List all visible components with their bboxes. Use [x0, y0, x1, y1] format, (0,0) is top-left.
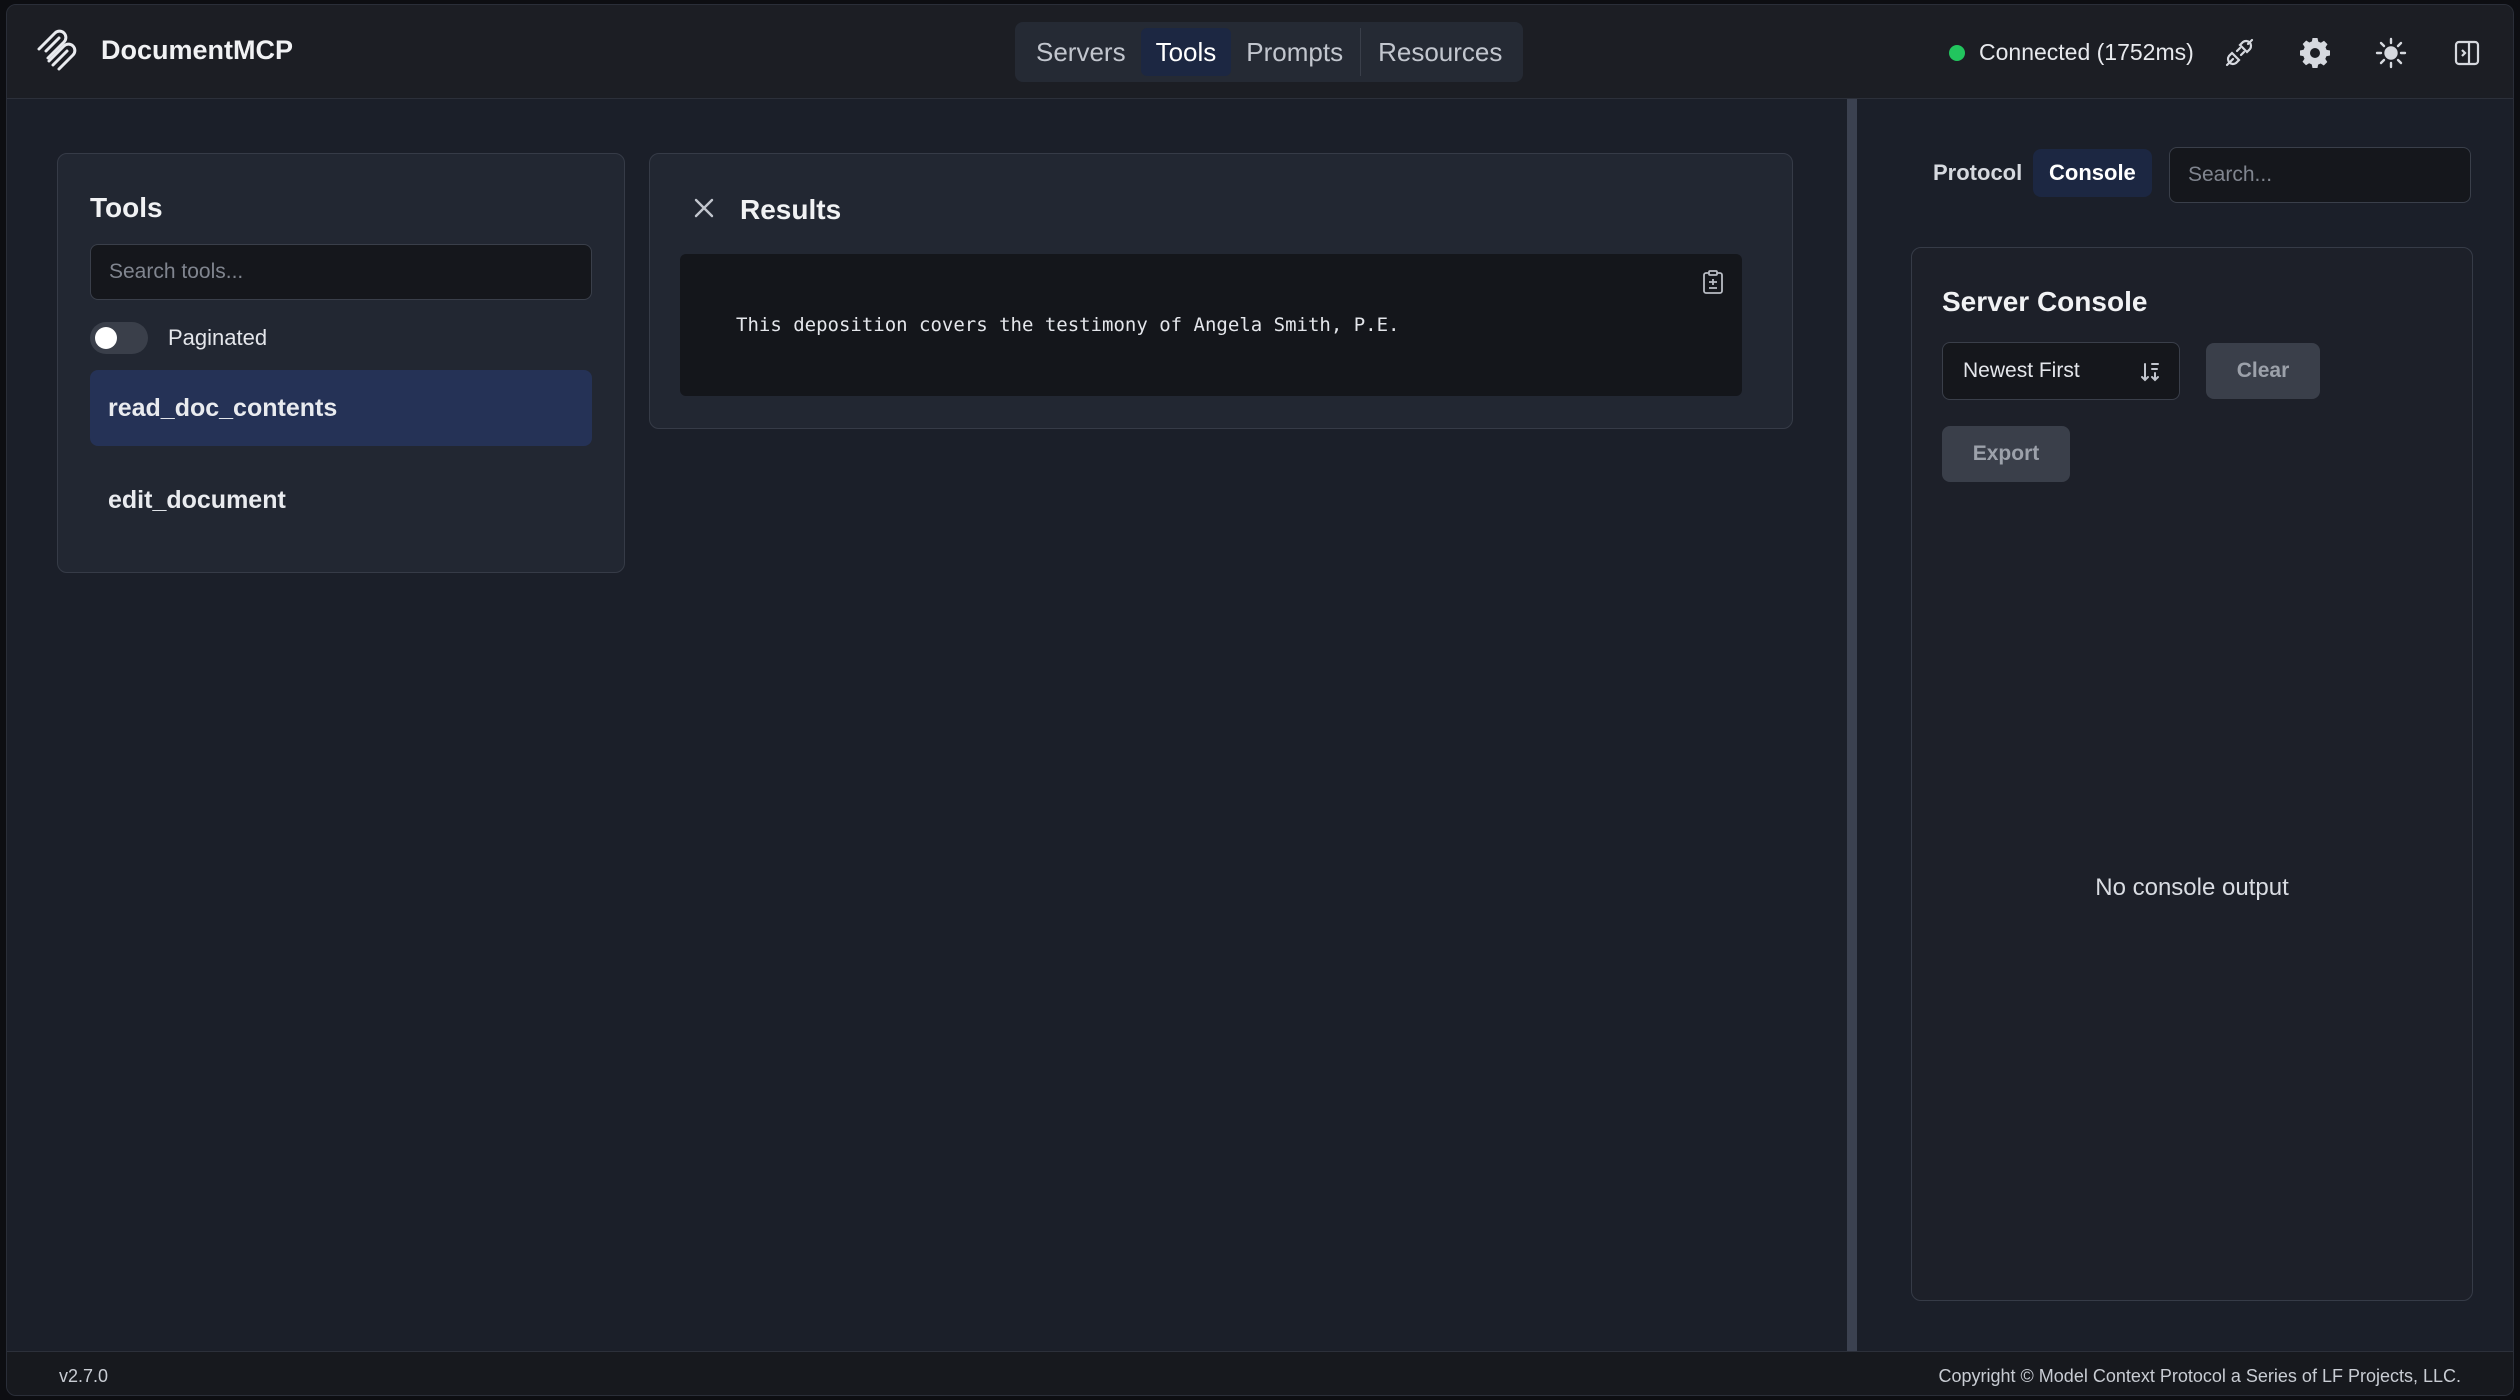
gear-icon[interactable]	[2299, 37, 2331, 69]
tools-panel: Tools Paginated read_doc_contents edit_d…	[57, 153, 625, 573]
tab-protocol[interactable]: Protocol	[1917, 149, 2038, 197]
right-pane: Protocol Console Server Console Newest F…	[1857, 99, 2513, 1351]
tool-item-edit-document[interactable]: edit_document	[90, 462, 592, 538]
tab-resources[interactable]: Resources	[1363, 28, 1517, 76]
top-header: DocumentMCP Servers Tools Prompts Resour…	[7, 5, 2513, 99]
sort-order-value: Newest First	[1963, 359, 2080, 382]
tab-prompts[interactable]: Prompts	[1231, 28, 1358, 76]
tools-search-input[interactable]	[90, 244, 592, 300]
server-console-panel: Server Console Newest First Clear Export…	[1911, 247, 2473, 1301]
plug-icon[interactable]	[2223, 37, 2255, 69]
clear-button[interactable]: Clear	[2206, 343, 2320, 399]
paginated-toggle[interactable]	[90, 322, 148, 354]
copyright-text: Copyright © Model Context Protocol a Ser…	[1938, 1366, 2462, 1386]
tab-tools[interactable]: Tools	[1140, 28, 1232, 76]
toggle-knob	[95, 327, 117, 349]
main-area: Tools Paginated read_doc_contents edit_d…	[7, 99, 1847, 1351]
results-title: Results	[740, 194, 842, 225]
server-console-title: Server Console	[1942, 286, 2148, 317]
pane-resize-handle[interactable]	[1847, 99, 1857, 1351]
status-dot	[1949, 44, 1965, 61]
sun-icon[interactable]	[2375, 37, 2407, 69]
close-icon[interactable]	[690, 194, 718, 222]
result-text: This deposition covers the testimony of …	[736, 314, 1400, 336]
app-title: DocumentMCP	[101, 35, 294, 65]
app-logo-icon	[37, 29, 77, 71]
results-panel: Results This deposition covers the testi…	[649, 153, 1793, 429]
export-button[interactable]: Export	[1942, 426, 2070, 482]
tool-item-read-doc-contents[interactable]: read_doc_contents	[90, 370, 592, 446]
app-window: DocumentMCP Servers Tools Prompts Resour…	[6, 4, 2514, 1396]
result-output: This deposition covers the testimony of …	[680, 254, 1742, 396]
console-search-input[interactable]	[2169, 147, 2471, 203]
main-nav: Servers Tools Prompts Resources	[1015, 22, 1524, 82]
tab-servers[interactable]: Servers	[1021, 28, 1141, 76]
nav-divider	[1360, 28, 1362, 76]
sort-icon	[2141, 363, 2159, 382]
tab-console[interactable]: Console	[2033, 149, 2152, 197]
tools-panel-title: Tools	[90, 192, 163, 223]
panel-toggle-icon[interactable]	[2451, 37, 2483, 69]
copy-icon[interactable]	[1700, 270, 1726, 296]
sort-order-select[interactable]: Newest First	[1942, 342, 2180, 400]
status-text: Connected (1752ms)	[1979, 39, 2194, 65]
version-label: v2.7.0	[59, 1366, 109, 1386]
empty-console-message: No console output	[2095, 874, 2289, 901]
connection-status: Connected (1752ms)	[1949, 39, 2194, 66]
paginated-label: Paginated	[168, 325, 268, 350]
footer: v2.7.0 Copyright © Model Context Protoco…	[7, 1351, 2513, 1395]
